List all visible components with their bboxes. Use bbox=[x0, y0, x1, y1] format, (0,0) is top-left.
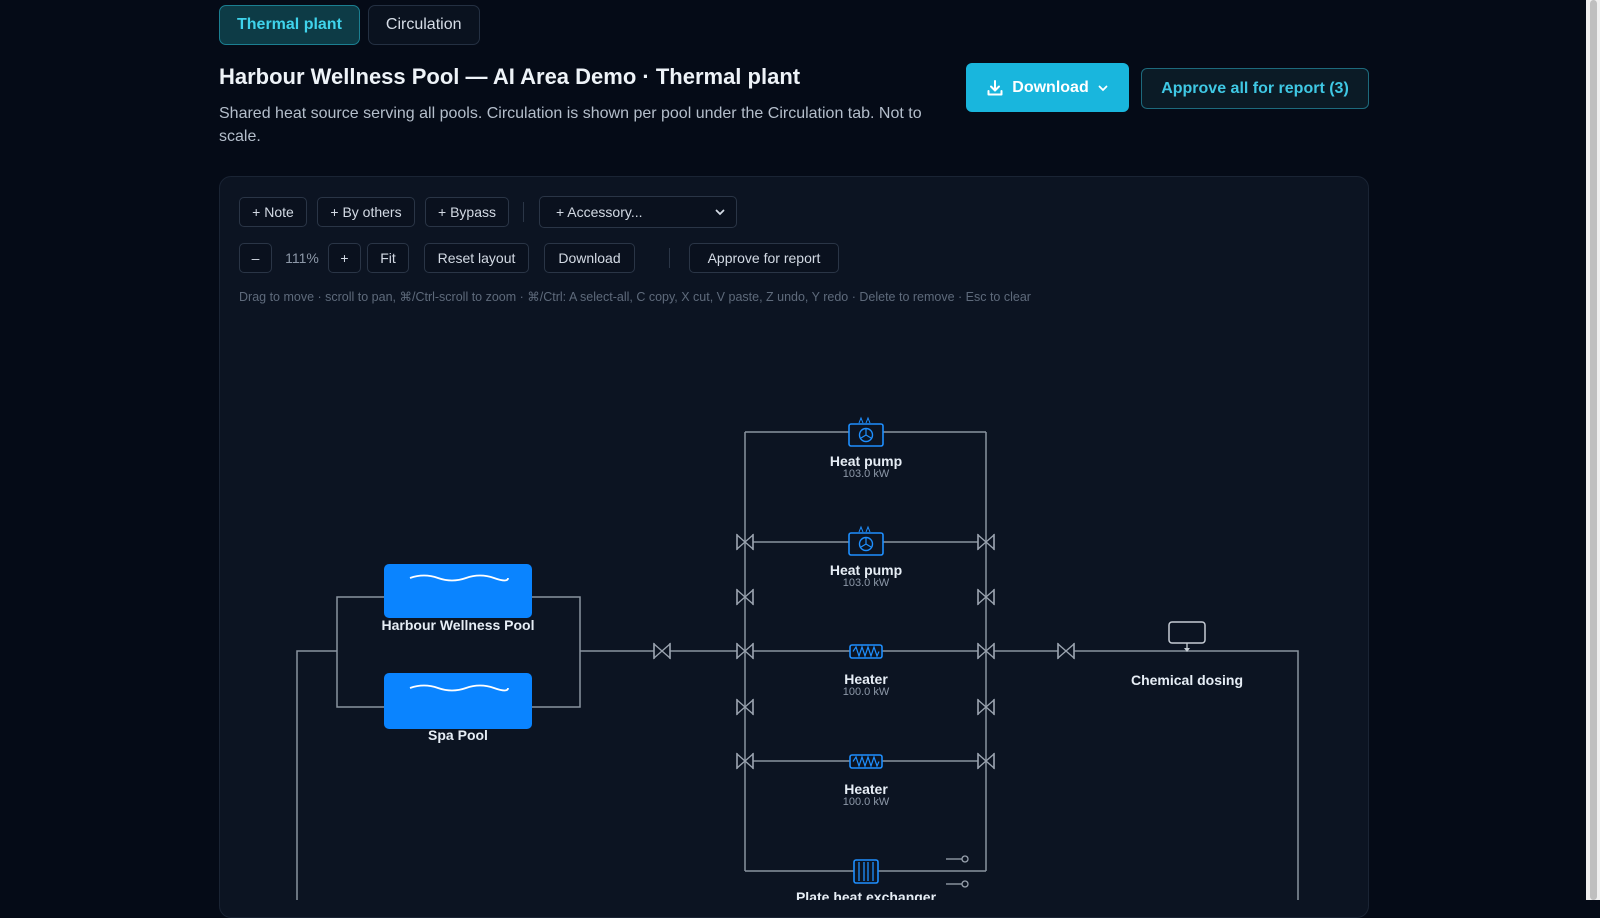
heater-icon bbox=[849, 644, 883, 659]
svg-text:Chemical dosing: Chemical dosing bbox=[1131, 672, 1243, 688]
pool-harbour-wellness[interactable]: Harbour Wellness Pool bbox=[382, 564, 535, 633]
valve-icon bbox=[1057, 642, 1075, 660]
svg-text:100.0 kW: 100.0 kW bbox=[843, 796, 890, 808]
svg-text:Heater: Heater bbox=[844, 781, 888, 797]
svg-text:103.0 kW: 103.0 kW bbox=[843, 577, 890, 589]
svg-text:Heat pump: Heat pump bbox=[830, 562, 902, 578]
heater-unit[interactable]: Heater 100.0 kW bbox=[843, 644, 890, 698]
pipe-network bbox=[296, 431, 1299, 900]
valve-icon bbox=[653, 642, 671, 660]
chemical-dosing-unit[interactable]: Chemical dosing bbox=[1131, 621, 1243, 688]
heat-pump-unit[interactable]: Heat pump 103.0 kW bbox=[830, 525, 902, 589]
svg-text:Plate heat exchanger: Plate heat exchanger bbox=[796, 889, 937, 900]
pool-label: Spa Pool bbox=[428, 727, 488, 743]
pool-label: Harbour Wellness Pool bbox=[382, 617, 535, 633]
heater-unit[interactable]: Heater 100.0 kW bbox=[843, 754, 890, 808]
heat-pump-unit[interactable]: Heat pump 103.0 kW bbox=[830, 416, 902, 480]
pool-spa[interactable]: Spa Pool bbox=[384, 673, 532, 743]
plant-diagram[interactable]: Harbour Wellness Pool Spa Pool Heat pump… bbox=[0, 0, 1586, 900]
svg-text:103.0 kW: 103.0 kW bbox=[843, 468, 890, 480]
svg-text:Heater: Heater bbox=[844, 671, 888, 687]
heat-pump-icon bbox=[848, 416, 884, 447]
svg-text:Heat pump: Heat pump bbox=[830, 453, 902, 469]
svg-text:100.0 kW: 100.0 kW bbox=[843, 686, 890, 698]
heater-icon bbox=[849, 754, 883, 769]
scrollbar-thumb[interactable] bbox=[1590, 0, 1597, 900]
heat-pump-icon bbox=[848, 525, 884, 556]
plate-heat-exchanger-icon bbox=[853, 859, 879, 884]
chemical-dosing-icon bbox=[1168, 621, 1206, 652]
plate-heat-exchanger-unit[interactable]: Plate heat exchanger bbox=[796, 859, 937, 900]
